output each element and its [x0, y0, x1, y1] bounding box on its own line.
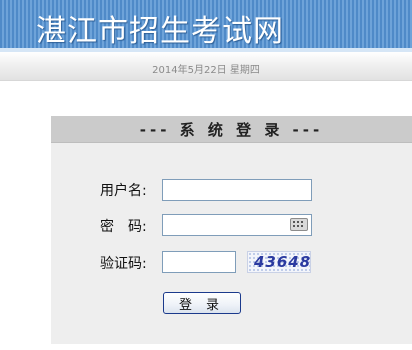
login-panel-header: --- 系 统 登 录 ---	[51, 116, 412, 143]
captcha-label: 验证码:	[100, 256, 147, 272]
password-label: 密 码:	[100, 219, 147, 235]
captcha-input[interactable]	[162, 251, 236, 273]
username-input[interactable]	[162, 179, 312, 201]
username-label: 用户名:	[100, 183, 147, 199]
header-banner: 湛江市招生考试网	[0, 0, 412, 52]
keyboard-icon[interactable]	[290, 218, 308, 231]
current-date: 2014年5月22日 星期四	[152, 65, 260, 76]
site-title: 湛江市招生考试网	[36, 14, 284, 49]
login-button[interactable]: 登录	[163, 292, 241, 314]
captcha-code: 43648	[254, 253, 312, 271]
captcha-image[interactable]: 43648	[247, 251, 311, 273]
date-bar: 2014年5月22日 星期四	[0, 52, 412, 81]
login-panel-title: --- 系 统 登 录 ---	[139, 121, 324, 139]
